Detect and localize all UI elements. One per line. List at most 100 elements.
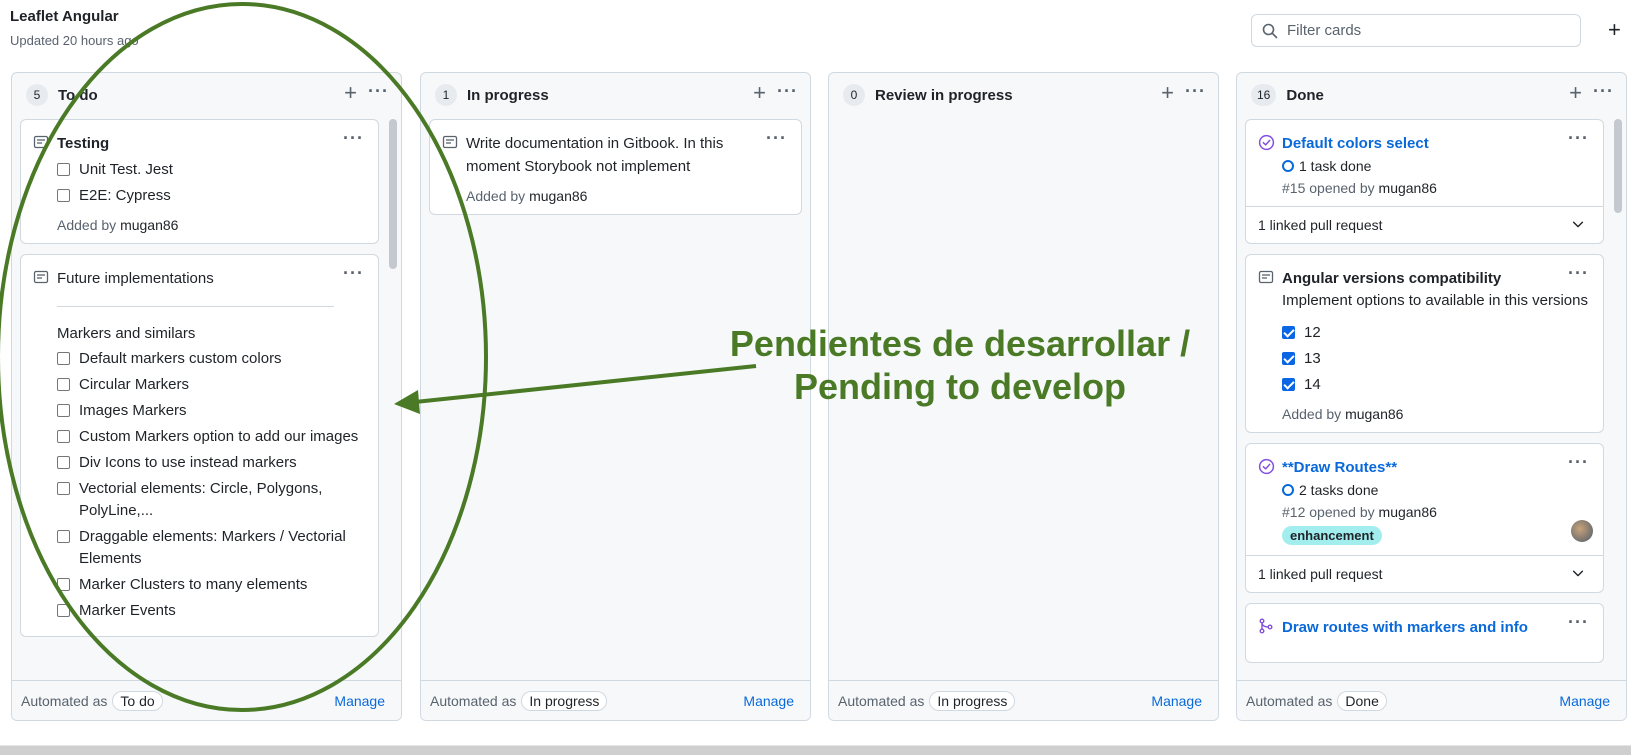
column-count: 5	[26, 84, 48, 106]
filter-cards-input[interactable]	[1287, 22, 1557, 39]
column-count: 16	[1251, 84, 1277, 106]
checklist-item[interactable]: 12	[1282, 322, 1591, 344]
manage-link[interactable]: Manage	[1151, 693, 1202, 709]
card-more-icon[interactable]: ···	[1568, 612, 1589, 633]
filter-cards-field[interactable]	[1251, 14, 1581, 47]
automation-pill: To do	[112, 690, 163, 711]
card-title-link[interactable]: Default colors select	[1282, 132, 1591, 155]
card-more-icon[interactable]: ···	[1568, 263, 1589, 284]
card-draw-routes[interactable]: ··· **Draw Routes** 2 tasks done #12 ope…	[1245, 443, 1604, 593]
card-title-link[interactable]: Draw routes with markers and info	[1282, 616, 1591, 639]
issue-meta: #15 opened by mugan86	[1282, 180, 1437, 196]
automation-label: Automated as	[21, 692, 108, 709]
card-default-colors-select[interactable]: ··· Default colors select 1 task done #1…	[1245, 119, 1604, 244]
column-count: 0	[843, 84, 865, 106]
author-link[interactable]: mugan86	[1345, 406, 1403, 422]
checkbox-checked[interactable]	[1282, 326, 1295, 339]
column-name: Done	[1286, 86, 1324, 104]
checkbox[interactable]	[57, 189, 70, 202]
author-link[interactable]: mugan86	[120, 217, 178, 233]
card-title: Testing	[57, 135, 110, 152]
author-link[interactable]: mugan86	[1379, 504, 1437, 520]
add-card-button[interactable]: +	[753, 82, 766, 104]
column-done: 16 Done + ··· ··· Default colors select …	[1236, 72, 1627, 721]
task-progress: 2 tasks done	[1282, 482, 1591, 498]
checkbox[interactable]	[57, 430, 70, 443]
author-link[interactable]: mugan86	[1379, 180, 1437, 196]
author-link[interactable]: mugan86	[529, 188, 587, 204]
checklist-item[interactable]: Marker Clusters to many elements	[57, 574, 366, 596]
checklist-item[interactable]: Custom Markers option to add our images	[57, 426, 366, 448]
column-footer: Automated as In progress Manage	[829, 680, 1218, 720]
column-footer: Automated as In progress Manage	[421, 680, 810, 720]
label-enhancement[interactable]: enhancement	[1282, 526, 1382, 545]
checkbox[interactable]	[57, 578, 70, 591]
checklist-item[interactable]: Draggable elements: Markers / Vectorial …	[57, 526, 366, 570]
card-added-by: Added by mugan86	[1282, 406, 1404, 422]
automation-label: Automated as	[1246, 692, 1333, 709]
scrollbar[interactable]	[389, 119, 397, 269]
checklist-item[interactable]: Vectorial elements: Circle, Polygons, Po…	[57, 478, 366, 522]
card-title: Future implementations	[57, 270, 214, 287]
scrollbar[interactable]	[1614, 119, 1622, 213]
column-more-icon[interactable]: ···	[777, 81, 798, 102]
card-more-icon[interactable]: ···	[1568, 452, 1589, 473]
issue-closed-icon	[1258, 458, 1275, 475]
column-more-icon[interactable]: ···	[1593, 81, 1614, 102]
checkbox[interactable]	[57, 530, 70, 543]
chevron-down-icon	[1572, 570, 1584, 577]
checkbox[interactable]	[57, 378, 70, 391]
card-title-link[interactable]: **Draw Routes**	[1282, 456, 1591, 479]
task-progress: 1 task done	[1282, 158, 1591, 174]
checklist-item[interactable]: Unit Test. Jest	[57, 159, 366, 181]
card-testing[interactable]: ··· Testing Unit Test. Jest E2E: Cypress…	[20, 119, 379, 244]
linked-pull-request-toggle[interactable]: 1 linked pull request	[1246, 206, 1603, 243]
checkbox[interactable]	[57, 482, 70, 495]
card-draw-routes-markers[interactable]: ··· Draw routes with markers and info	[1245, 603, 1604, 663]
project-updated: Updated 20 hours ago	[10, 33, 139, 48]
column-more-icon[interactable]: ···	[1185, 81, 1206, 102]
add-card-button[interactable]: +	[1161, 82, 1174, 104]
checklist-item[interactable]: 13	[1282, 348, 1591, 370]
card-more-icon[interactable]: ···	[766, 128, 787, 149]
checkbox[interactable]	[57, 456, 70, 469]
checkbox[interactable]	[57, 163, 70, 176]
checklist-item[interactable]: Images Markers	[57, 400, 366, 422]
card-more-icon[interactable]: ···	[1568, 128, 1589, 149]
checkbox[interactable]	[57, 352, 70, 365]
add-card-button[interactable]: +	[344, 82, 357, 104]
card-more-icon[interactable]: ···	[343, 128, 364, 149]
automation-pill: In progress	[929, 690, 1016, 711]
card-angular-versions[interactable]: ··· Angular versions compatibility Imple…	[1245, 254, 1604, 433]
manage-link[interactable]: Manage	[743, 693, 794, 709]
card-more-icon[interactable]: ···	[343, 263, 364, 284]
checklist-item[interactable]: Marker Events	[57, 600, 366, 622]
checkbox-checked[interactable]	[1282, 378, 1295, 391]
card-write-documentation[interactable]: ··· Write documentation in Gitbook. In t…	[429, 119, 802, 215]
add-column-button[interactable]: +	[1608, 19, 1621, 41]
checklist-item[interactable]: Default markers custom colors	[57, 348, 366, 370]
manage-link[interactable]: Manage	[334, 693, 385, 709]
annotation-line-2: Pending to develop	[793, 366, 1126, 407]
checklist-item[interactable]: 14	[1282, 374, 1591, 396]
issue-meta: #12 opened by mugan86	[1282, 504, 1437, 520]
column-more-icon[interactable]: ···	[368, 81, 389, 102]
card-section-heading: Markers and similars	[57, 325, 196, 342]
project-header: Leaflet Angular Updated 20 hours ago	[10, 8, 139, 48]
checklist-item[interactable]: Circular Markers	[57, 374, 366, 396]
card-list: ··· Default colors select 1 task done #1…	[1245, 119, 1604, 680]
manage-link[interactable]: Manage	[1559, 693, 1610, 709]
avatar[interactable]	[1571, 520, 1593, 542]
checkbox[interactable]	[57, 404, 70, 417]
horizontal-scrollbar[interactable]	[0, 745, 1631, 755]
linked-pull-request-toggle[interactable]: 1 linked pull request	[1246, 555, 1603, 592]
add-card-button[interactable]: +	[1569, 82, 1582, 104]
note-icon	[33, 135, 49, 149]
checklist-item[interactable]: E2E: Cypress	[57, 185, 366, 207]
card-future-implementations[interactable]: ··· Future implementations Markers and s…	[20, 254, 379, 637]
column-name: In progress	[467, 86, 549, 104]
checkbox-checked[interactable]	[1282, 352, 1295, 365]
checkbox[interactable]	[57, 604, 70, 617]
search-icon	[1262, 23, 1278, 38]
checklist-item[interactable]: Div Icons to use instead markers	[57, 452, 366, 474]
